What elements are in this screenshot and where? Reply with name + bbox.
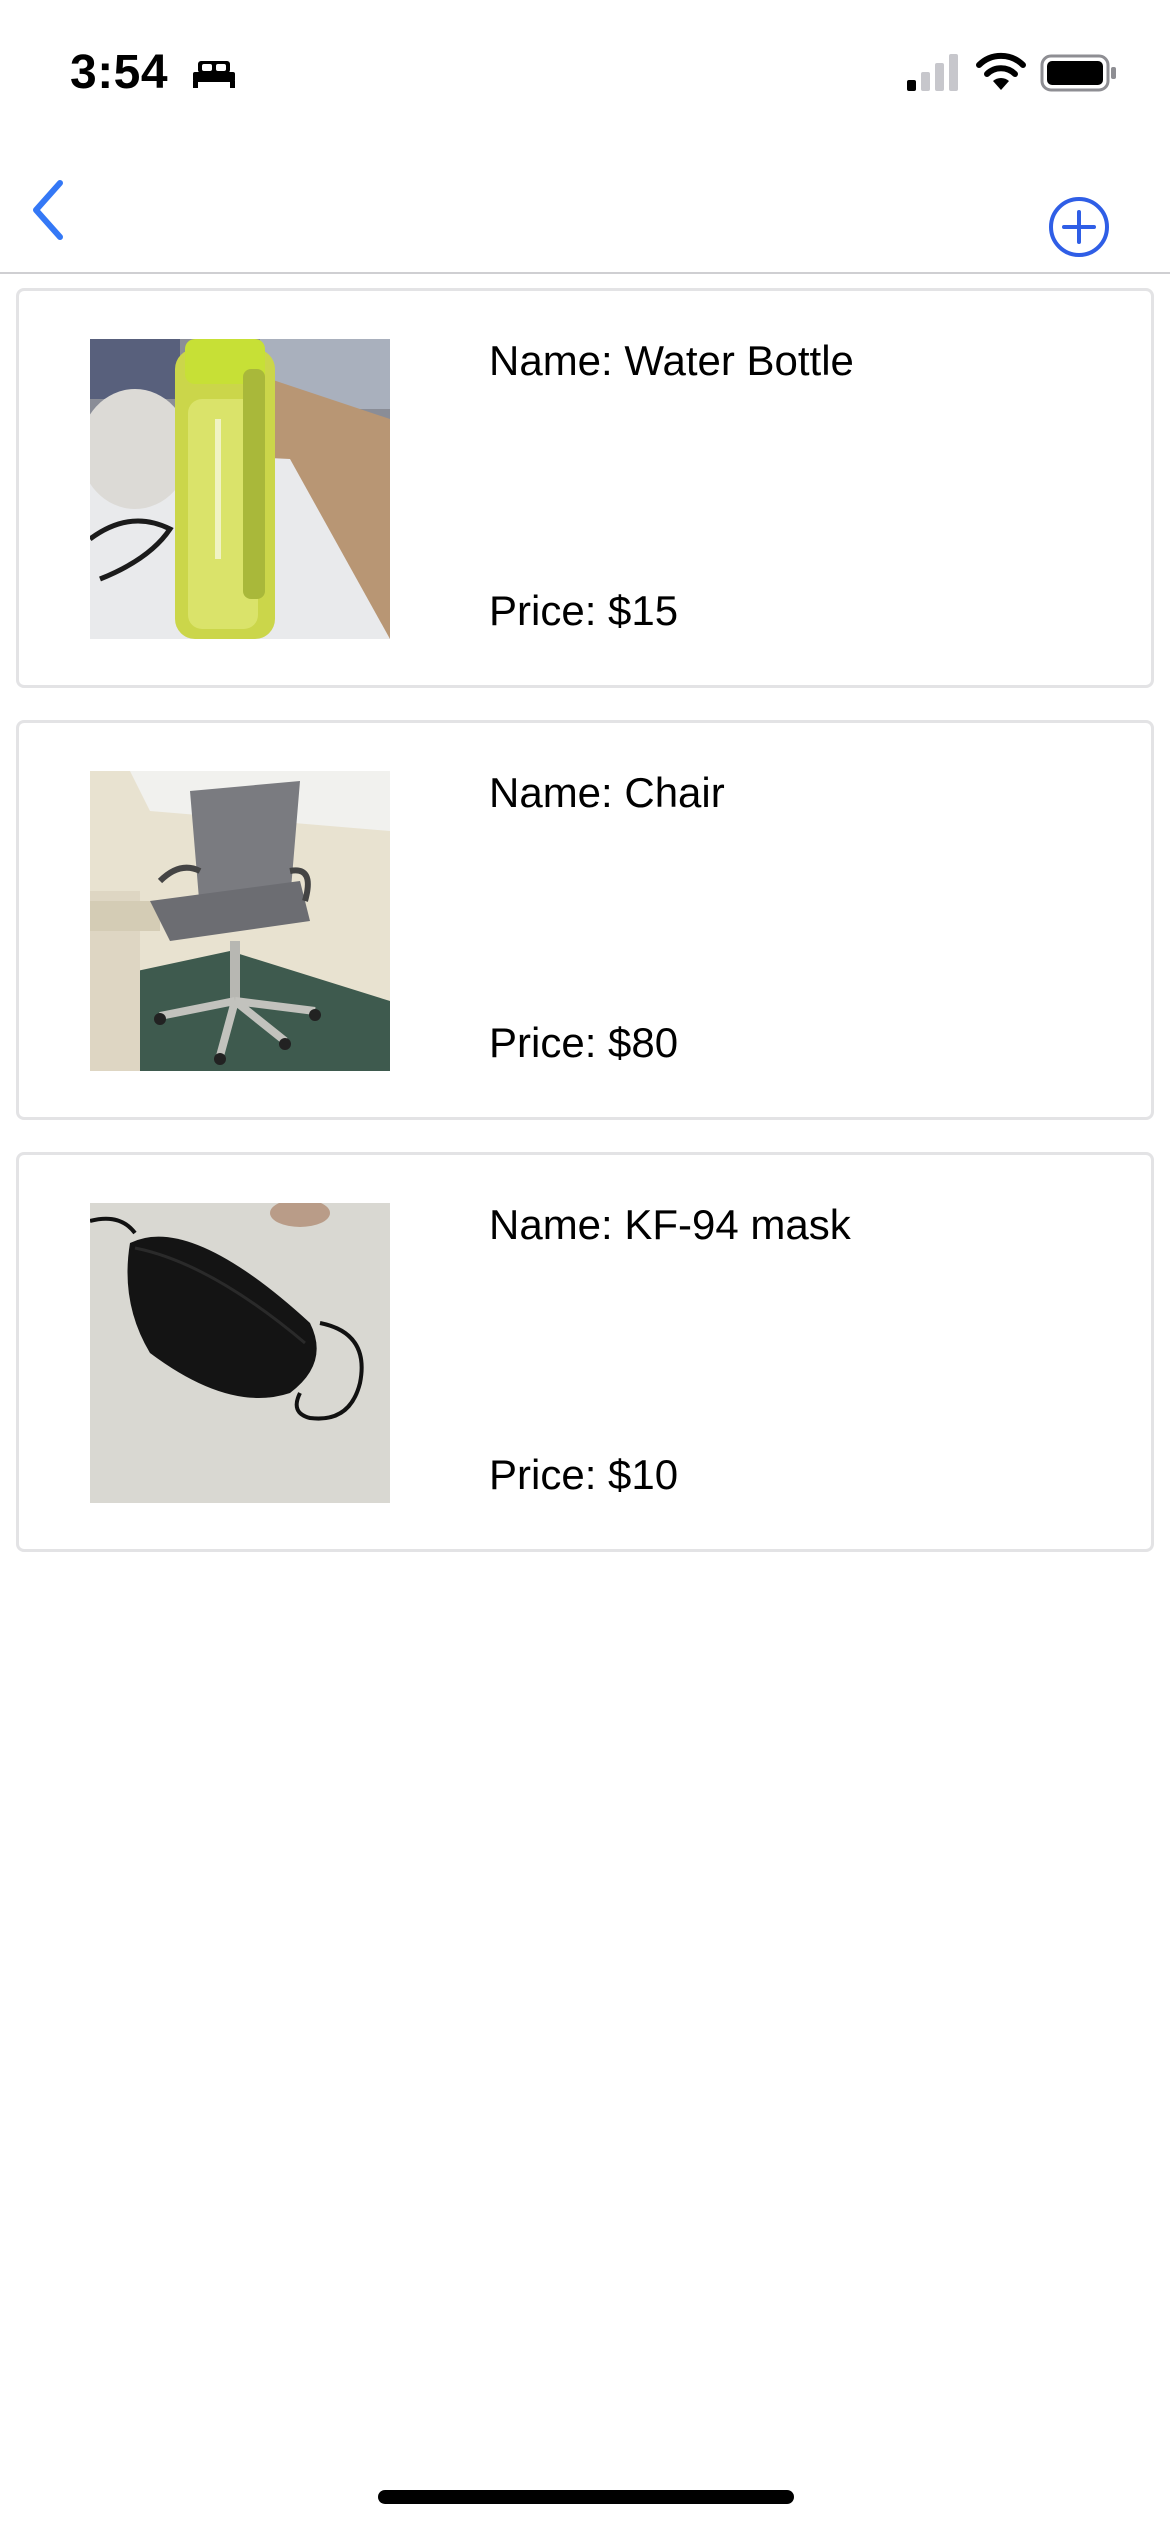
status-time: 3:54 — [70, 46, 169, 99]
item-price: Price: $10 — [489, 1451, 679, 1498]
item-name: Name: Water Bottle — [489, 337, 854, 384]
chevron-left-icon — [33, 180, 63, 240]
add-item-button[interactable] — [1046, 194, 1112, 260]
list-item-mask[interactable]: Name: KF-94 mask Price: $10 — [16, 1152, 1154, 1552]
water-bottle-photo — [90, 339, 390, 639]
mask-photo — [90, 1203, 390, 1503]
wifi-icon — [976, 52, 1026, 90]
chair-photo — [90, 771, 390, 1071]
battery-icon — [1040, 54, 1116, 92]
item-name: Name: Chair — [489, 769, 725, 816]
cellular-signal-icon — [907, 54, 958, 91]
bed-icon — [193, 61, 235, 88]
home-indicator[interactable] — [378, 2490, 794, 2504]
item-price: Price: $80 — [489, 1019, 679, 1066]
status-bar: 3:54 — [0, 0, 1170, 150]
item-list: Name: Water Bottle Price: $15 Name: Chai… — [16, 288, 1154, 1584]
list-item-water-bottle[interactable]: Name: Water Bottle Price: $15 — [16, 288, 1154, 688]
item-price: Price: $15 — [489, 587, 679, 634]
list-item-chair[interactable]: Name: Chair Price: $80 — [16, 720, 1154, 1120]
navigation-bar — [0, 150, 1170, 274]
back-button[interactable] — [18, 170, 78, 250]
item-name: Name: KF-94 mask — [489, 1201, 851, 1248]
